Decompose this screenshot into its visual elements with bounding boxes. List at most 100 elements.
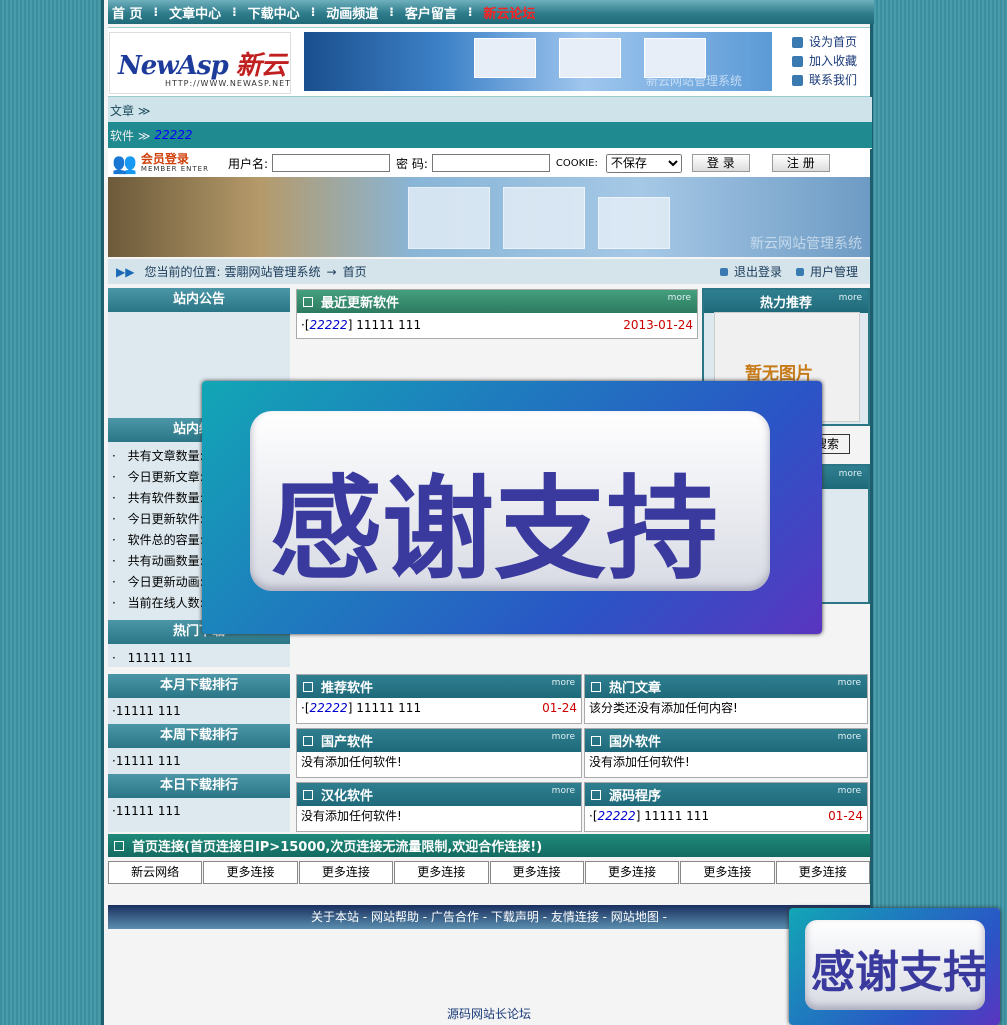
site-logo[interactable]: NewAsp 新云 HTTP://WWW.NEWASP.NET <box>109 32 291 94</box>
link-item[interactable]: 更多连接 <box>584 861 680 884</box>
nav-guestbook[interactable]: 客户留言 <box>405 3 457 22</box>
chinese-more[interactable]: more <box>552 786 575 796</box>
stat-label: 共有软件数量: <box>127 491 204 505</box>
link-item[interactable]: 新云网络 <box>108 861 203 884</box>
username-input[interactable] <box>272 154 391 172</box>
recent-item-name[interactable]: 11111 111 <box>356 315 421 335</box>
add-favorite-link[interactable]: 加入收藏 <box>792 52 857 71</box>
top-nav: 首 页 ⁝ 文章中心 ⁝ 下载中心 ⁝ 动画频道 ⁝ 客户留言 ⁝ 新云论坛 <box>108 0 874 24</box>
link-item[interactable]: 更多连接 <box>394 861 489 884</box>
week-rank-item[interactable]: · 11111 111 <box>108 748 290 774</box>
login-button[interactable]: 登 录 <box>691 154 750 172</box>
position-prefix: 您当前的位置: <box>144 265 221 279</box>
hot-article-more[interactable]: more <box>838 678 861 688</box>
password-input[interactable] <box>431 154 550 172</box>
month-rank-label: 11111 111 <box>115 704 181 718</box>
thanks-overlay[interactable]: 感谢支持 <box>202 381 822 634</box>
nav-home[interactable]: 首 页 <box>112 3 143 22</box>
link-item[interactable]: 更多连接 <box>489 861 584 884</box>
recent-software-header: 最近更新软件 more <box>297 290 697 313</box>
photo-screenshot <box>598 197 670 249</box>
user-manage-link[interactable]: 用户管理 <box>795 263 858 280</box>
cookie-label: COOKIE: <box>555 157 598 169</box>
username-label: 用户名: <box>228 156 269 171</box>
members-icon: 👥 <box>112 151 137 175</box>
logo-cn: 新云 <box>235 51 287 81</box>
contact-label: 联系我们 <box>809 73 858 87</box>
register-button[interactable]: 注 册 <box>771 154 830 172</box>
hot-recommend-header: 热力推荐 more <box>704 290 868 313</box>
logo-text: NewAsp <box>118 51 229 81</box>
photo-caption: 新云网站管理系统 <box>750 236 862 252</box>
banner-caption: 新云网站管理系统 <box>645 74 742 88</box>
hot-article-box: 热门文章 more 该分类还没有添加任何内容! <box>584 674 868 724</box>
recommend-category[interactable]: 22222 <box>310 698 348 718</box>
thanks-overlay-small[interactable]: 感谢支持 <box>789 908 1000 1025</box>
set-homepage-label: 设为首页 <box>809 35 858 49</box>
hot-download-label: 11111 111 <box>127 651 193 665</box>
crumb-software-label[interactable]: 软件 ≫ <box>110 127 150 144</box>
link-item[interactable]: 更多连接 <box>298 861 394 884</box>
domestic-header: 国产软件 more <box>297 729 581 752</box>
cookie-select[interactable]: 不保存 <box>605 153 682 173</box>
recent-more-link[interactable]: more <box>668 293 691 303</box>
recommend-name[interactable]: 11111 111 <box>356 698 421 718</box>
recommend-item[interactable]: ·[22222] 11111 111 01-24 <box>297 698 581 718</box>
banner-screenshot <box>559 38 621 78</box>
link-item[interactable]: 更多连接 <box>680 861 775 884</box>
crumb-article-label[interactable]: 文章 ≫ <box>110 102 150 119</box>
hot-recommend-title: 热力推荐 <box>759 296 812 311</box>
logout-link[interactable]: 退出登录 <box>719 263 782 280</box>
stat-label: 今日更新文章: <box>127 470 204 484</box>
double-arrow-icon: ▶▶ <box>116 264 135 279</box>
set-homepage-link[interactable]: 设为首页 <box>792 33 857 52</box>
nav-forum[interactable]: 新云论坛 <box>483 3 535 22</box>
day-rank-title: 本日下载排行 <box>108 774 290 798</box>
footer-bottom-link[interactable]: 源码网站长论坛 <box>447 1007 531 1021</box>
domestic-box: 国产软件 more 没有添加任何软件! <box>296 728 582 778</box>
quick-links: 设为首页 加入收藏 联系我们 <box>792 33 857 90</box>
nav-animation[interactable]: 动画频道 <box>326 3 378 22</box>
domestic-more[interactable]: more <box>552 732 575 742</box>
right-box-2-more[interactable]: more <box>839 469 862 479</box>
source-category[interactable]: 22222 <box>598 806 636 826</box>
link-item[interactable]: 更多连接 <box>203 861 298 884</box>
position-page: 首页 <box>342 265 367 279</box>
recent-item[interactable]: ·[22222] 11111 111 2013-01-24 <box>297 315 697 335</box>
banner-screenshot <box>474 38 536 78</box>
domestic-empty: 没有添加任何软件! <box>301 755 402 769</box>
favorite-icon <box>792 56 803 67</box>
chinese-box: 汉化软件 more 没有添加任何软件! <box>296 782 582 832</box>
day-rank-item[interactable]: · 11111 111 <box>108 798 290 824</box>
footer-links[interactable]: 关于本站 - 网站帮助 - 广告合作 - 下载声明 - 友情连接 - 网站地图 … <box>108 905 870 929</box>
link-item[interactable]: 更多连接 <box>775 861 870 884</box>
square-icon <box>303 296 313 307</box>
hot-recommend-more[interactable]: more <box>839 293 862 303</box>
source-name[interactable]: 11111 111 <box>644 806 709 826</box>
square-icon <box>303 735 313 746</box>
login-title: 会员登录 <box>140 151 189 166</box>
contact-link[interactable]: 联系我们 <box>792 71 857 90</box>
banner-image[interactable]: 新云网站管理系统 <box>304 32 772 91</box>
crumb-software-sub[interactable]: 22222 <box>154 128 192 142</box>
foreign-title: 国外软件 <box>609 735 662 750</box>
nav-articles[interactable]: 文章中心 <box>169 3 221 22</box>
recent-item-category[interactable]: 22222 <box>310 315 348 335</box>
crumb-software: 软件 ≫ 22222 <box>108 122 872 149</box>
recommend-more[interactable]: more <box>552 678 575 688</box>
foreign-box: 国外软件 more 没有添加任何软件! <box>584 728 868 778</box>
foreign-more[interactable]: more <box>838 732 861 742</box>
position-arrow: → <box>326 264 337 279</box>
source-title: 源码程序 <box>609 789 662 804</box>
recommend-date: 01-24 <box>542 701 577 715</box>
hot-article-empty: 该分类还没有添加任何内容! <box>589 701 738 715</box>
home-icon <box>792 37 803 48</box>
source-item[interactable]: ·[22222] 11111 111 01-24 <box>585 806 867 826</box>
position-site-link[interactable]: 雲翢网站管理系统 <box>225 263 321 280</box>
hot-download-item[interactable]: · 11111 111 <box>112 648 290 669</box>
stat-label: 共有文章数量: <box>127 449 204 463</box>
user-manage-label: 用户管理 <box>809 265 858 279</box>
source-more[interactable]: more <box>838 786 861 796</box>
month-rank-item[interactable]: · 11111 111 <box>108 698 290 724</box>
nav-downloads[interactable]: 下载中心 <box>248 3 300 22</box>
